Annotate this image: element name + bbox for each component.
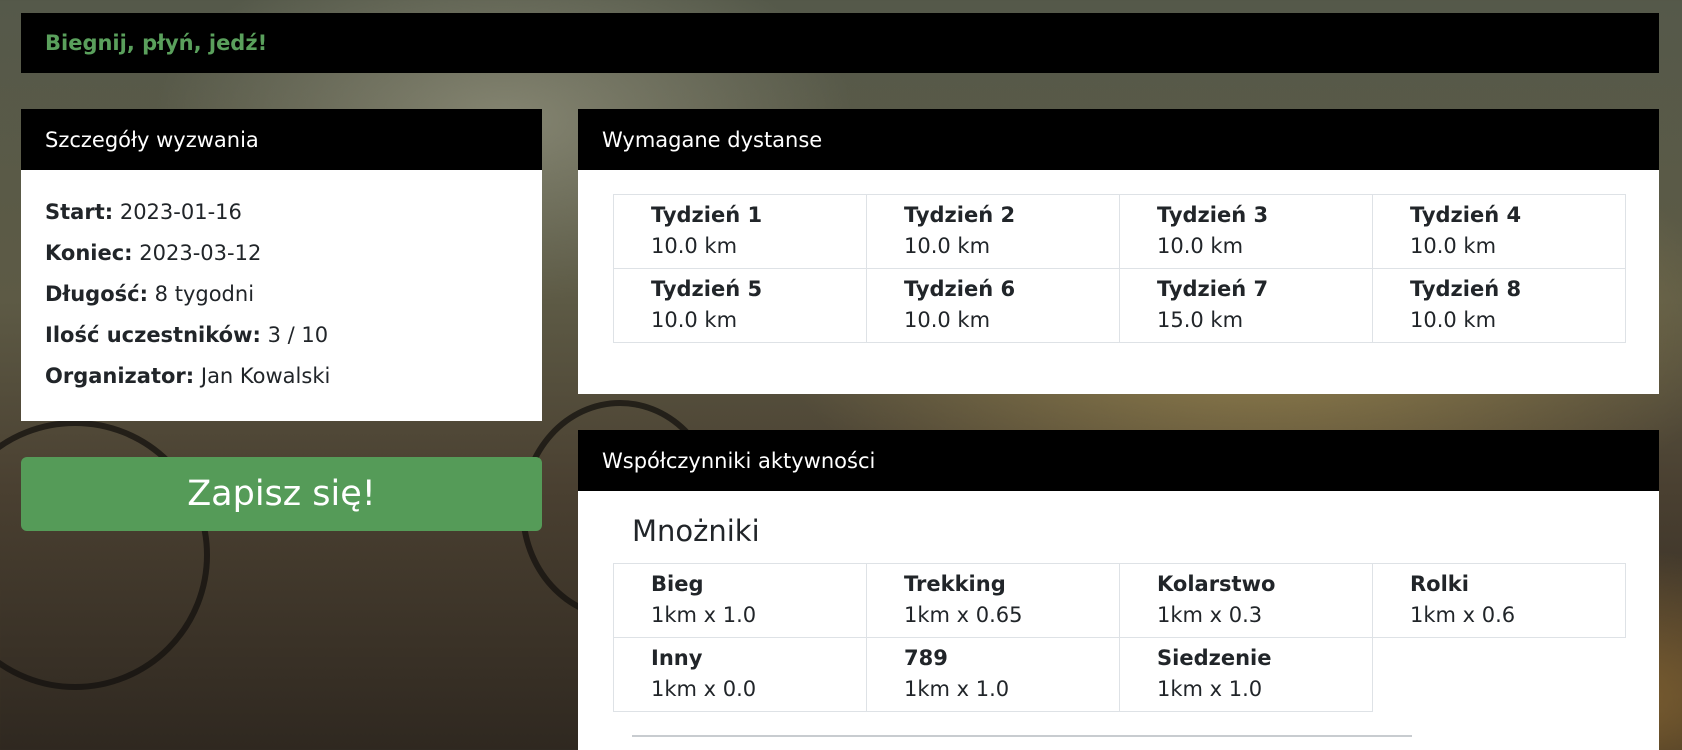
week-distance: 10.0 km: [1410, 308, 1497, 332]
challenge-details-body: Start: 2023-01-16 Koniec: 2023-03-12 Dłu…: [21, 170, 542, 397]
activity-title: Rolki: [1410, 572, 1469, 596]
activity-cell: Inny 1km x 0.0: [613, 637, 867, 712]
challenge-details-card: Szczegóły wyzwania Start: 2023-01-16 Kon…: [21, 109, 542, 421]
activity-multiplier: 1km x 1.0: [1157, 677, 1263, 701]
week-cell: Tydzień 5 10.0 km: [613, 268, 867, 343]
week-distance: 10.0 km: [904, 234, 991, 258]
week-cell: Tydzień 1 10.0 km: [613, 194, 867, 269]
week-cell: Tydzień 4 10.0 km: [1372, 194, 1626, 269]
activity-title: Siedzenie: [1157, 646, 1272, 670]
challenge-details-header: Szczegóły wyzwania: [21, 109, 542, 170]
join-button[interactable]: Zapisz się!: [21, 457, 542, 531]
activity-cell: Kolarstwo 1km x 0.3: [1119, 563, 1373, 638]
week-title: Tydzień 5: [651, 277, 763, 301]
activity-title: Bieg: [651, 572, 704, 596]
week-cell: Tydzień 7 15.0 km: [1119, 268, 1373, 343]
detail-start: Start: 2023-01-16: [45, 200, 242, 224]
section-divider: [632, 735, 1412, 737]
activity-title: Trekking: [904, 572, 1006, 596]
required-distances-header: Wymagane dystanse: [578, 109, 1659, 170]
activity-multiplier: 1km x 0.0: [651, 677, 757, 701]
detail-length: Długość: 8 tygodni: [45, 282, 255, 306]
detail-end: Koniec: 2023-03-12: [45, 241, 262, 265]
activity-cell: Rolki 1km x 0.6: [1372, 563, 1626, 638]
week-distance: 10.0 km: [651, 234, 738, 258]
multipliers-grid: Bieg 1km x 1.0 Trekking 1km x 0.65 Kolarst…: [613, 563, 1626, 712]
week-title: Tydzień 6: [904, 277, 1016, 301]
activity-cell: 789 1km x 1.0: [866, 637, 1120, 712]
activity-multiplier: 1km x 1.0: [904, 677, 1010, 701]
required-distances-card: Wymagane dystanse Tydzień 1 10.0 km Tydzi…: [578, 109, 1659, 394]
activity-factors-header: Współczynniki aktywności: [578, 430, 1659, 491]
activity-title: Inny: [651, 646, 703, 670]
distances-grid: Tydzień 1 10.0 km Tydzień 2 10.0 km Tydzie…: [613, 194, 1626, 343]
activity-multiplier: 1km x 0.3: [1157, 603, 1263, 627]
week-distance: 10.0 km: [1410, 234, 1497, 258]
week-title: Tydzień 7: [1157, 277, 1269, 301]
activity-multiplier: 1km x 0.65: [904, 603, 1023, 627]
activity-cell: Trekking 1km x 0.65: [866, 563, 1120, 638]
activity-title: 789: [904, 646, 948, 670]
week-distance: 10.0 km: [651, 308, 738, 332]
week-distance: 15.0 km: [1157, 308, 1244, 332]
week-title: Tydzień 4: [1410, 203, 1522, 227]
activity-multiplier: 1km x 0.6: [1410, 603, 1516, 627]
activity-cell: Bieg 1km x 1.0: [613, 563, 867, 638]
week-cell: Tydzień 6 10.0 km: [866, 268, 1120, 343]
brand-link[interactable]: Biegnij, płyń, jedź!: [45, 31, 267, 55]
activity-factors-card: Współczynniki aktywności Mnożniki Bieg 1k…: [578, 430, 1659, 750]
week-title: Tydzień 2: [904, 203, 1016, 227]
multipliers-title: Mnożniki: [632, 514, 760, 548]
week-distance: 10.0 km: [904, 308, 991, 332]
top-navbar: Biegnij, płyń, jedź!: [21, 13, 1659, 73]
activity-multiplier: 1km x 1.0: [651, 603, 757, 627]
week-cell: Tydzień 3 10.0 km: [1119, 194, 1373, 269]
detail-organizer: Organizator: Jan Kowalski: [45, 364, 331, 388]
week-title: Tydzień 8: [1410, 277, 1522, 301]
week-title: Tydzień 3: [1157, 203, 1269, 227]
detail-participants: Ilość uczestników: 3 / 10: [45, 323, 329, 347]
week-title: Tydzień 1: [651, 203, 763, 227]
week-cell: Tydzień 8 10.0 km: [1372, 268, 1626, 343]
activity-cell: Siedzenie 1km x 1.0: [1119, 637, 1373, 712]
week-distance: 10.0 km: [1157, 234, 1244, 258]
week-cell: Tydzień 2 10.0 km: [866, 194, 1120, 269]
activity-title: Kolarstwo: [1157, 572, 1276, 596]
